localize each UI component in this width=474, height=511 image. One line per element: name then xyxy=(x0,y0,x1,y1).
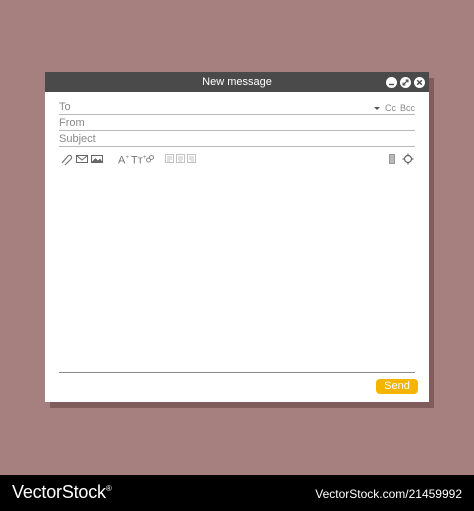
text-format-icon[interactable]: Tт+ xyxy=(131,152,146,167)
title-bar: New message xyxy=(45,72,429,92)
to-field[interactable]: To Cc Bcc xyxy=(59,99,415,115)
subject-label: Subject xyxy=(59,133,96,145)
cc-link[interactable]: Cc xyxy=(385,103,396,113)
footer-bar: VectorStock® VectorStock.com/21459992 xyxy=(0,475,474,511)
image-icon[interactable] xyxy=(91,152,103,170)
expand-icon[interactable] xyxy=(400,77,411,88)
message-body-divider xyxy=(59,372,415,373)
subject-field[interactable]: Subject xyxy=(59,131,415,147)
align-center-icon[interactable] xyxy=(176,152,185,170)
compose-window: New message To Cc Bcc From Subject A+ Tт… xyxy=(45,72,429,402)
trash-icon[interactable] xyxy=(388,152,396,170)
to-label: To xyxy=(59,101,71,113)
settings-icon[interactable] xyxy=(402,152,414,170)
send-button[interactable]: Send xyxy=(376,379,418,394)
align-left-icon[interactable] xyxy=(165,152,174,170)
formatting-toolbar: A+ Tт+ xyxy=(59,152,415,167)
envelope-icon[interactable] xyxy=(76,152,88,170)
align-right-icon[interactable] xyxy=(187,152,196,170)
minimize-icon[interactable] xyxy=(386,77,397,88)
brand-mark: ® xyxy=(105,484,112,493)
text-format-glyph: Tт xyxy=(131,154,143,167)
close-icon[interactable] xyxy=(414,77,425,88)
window-title: New message xyxy=(202,76,272,88)
brand-name: VectorStock xyxy=(12,482,106,502)
cc-bcc-controls: Cc Bcc xyxy=(373,103,415,113)
from-field[interactable]: From xyxy=(59,115,415,131)
from-label: From xyxy=(59,117,85,129)
font-size-icon[interactable]: A+ xyxy=(118,152,129,167)
attachment-icon[interactable] xyxy=(59,152,73,170)
dropdown-triangle-icon[interactable] xyxy=(373,106,380,110)
link-icon[interactable] xyxy=(145,152,155,170)
bcc-link[interactable]: Bcc xyxy=(400,103,415,113)
watermark-url: VectorStock.com/21459992 xyxy=(315,487,462,501)
brand-logo: VectorStock® xyxy=(12,482,112,503)
